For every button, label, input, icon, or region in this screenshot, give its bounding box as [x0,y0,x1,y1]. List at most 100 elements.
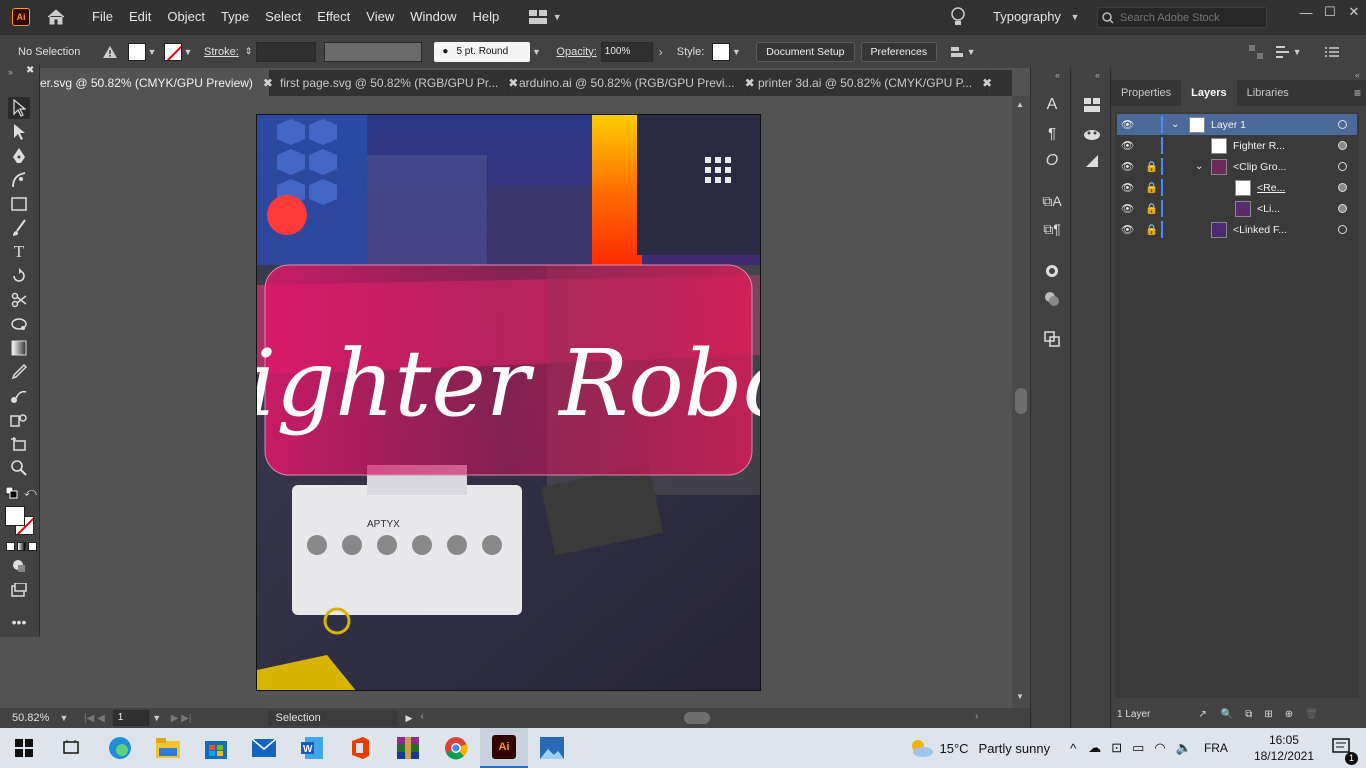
layer-row-rectangle[interactable]: 👁 🔒 <Re... [1117,177,1357,198]
visibility-eye-icon[interactable]: 👁 [1121,139,1134,152]
layer-row-fighter-text[interactable]: 👁 Fighter R... [1117,135,1357,156]
layer-row-linked-image[interactable]: 👁 🔒 <Li... [1117,198,1357,219]
language-indicator[interactable]: FRA [1204,741,1228,755]
arrange-icon[interactable] [1249,44,1264,59]
color-mode-icon[interactable] [6,542,15,551]
vertical-scrollbar[interactable]: ▲ ▼ [1012,96,1030,708]
paragraph-styles-icon[interactable]: ⧉¶ [1041,218,1063,240]
tab-first-page[interactable]: first page.svg @ 50.82% (RGB/GPU Pr... ✖ [270,70,518,96]
visibility-eye-icon[interactable]: 👁 [1121,181,1134,194]
puppet-warp-tool-icon[interactable] [8,313,30,335]
draw-mode-icon[interactable] [8,555,30,577]
transform-icon[interactable] [1275,45,1291,59]
arrange-documents-button[interactable]: ▼ [529,10,563,24]
tab-properties[interactable]: Properties [1111,80,1181,106]
close-window-button[interactable]: ✕ [1342,0,1366,24]
close-tab-icon[interactable]: ✖ [982,76,992,90]
delete-layer-icon[interactable]: 🗑 [1305,709,1318,720]
home-icon[interactable] [46,7,66,27]
fill-swatch[interactable] [128,42,146,61]
paragraph-icon[interactable]: ¶ [1041,122,1063,144]
chevron-down-icon[interactable]: ▼ [730,47,742,57]
artboard-tool-icon[interactable] [8,433,30,455]
graphic-styles-icon[interactable] [1041,288,1063,310]
character-icon[interactable]: A [1041,94,1063,116]
direct-selection-tool-icon[interactable] [8,121,30,143]
align-icon[interactable] [949,44,965,60]
eyedropper-tool-icon[interactable] [8,361,30,383]
panel-menu-icon[interactable] [1325,46,1340,58]
minimize-button[interactable]: — [1294,0,1318,24]
curvature-tool-icon[interactable] [8,169,30,191]
layer-row-layer-1[interactable]: 👁 ⌄ Layer 1 [1117,114,1357,135]
collapse-strip-icon[interactable]: « [1055,70,1060,80]
opacity-label[interactable]: Opacity: [556,46,596,58]
tab-printer-3d[interactable]: printer 3d.ai @ 50.82% (CMYK/GPU P... ✖ [748,70,992,96]
variable-width-field[interactable] [324,41,423,62]
gradient-tool-icon[interactable] [8,337,30,359]
visibility-eye-icon[interactable]: 👁 [1121,118,1134,131]
new-sublayer-icon[interactable]: ⊞ [1264,709,1272,720]
lock-icon[interactable]: 🔒 [1145,223,1158,236]
gradient-mode-icon[interactable] [17,542,26,551]
stroke-weight-field[interactable] [256,41,317,62]
microsoft-store-icon[interactable] [192,728,240,768]
symbols-icon[interactable] [1081,150,1103,172]
tab-document-active[interactable]: er.svg @ 50.82% (CMYK/GPU Preview) ✖ [40,70,273,96]
default-colors-icon[interactable] [5,486,18,502]
onedrive-icon[interactable]: ☁ [1088,740,1101,756]
pen-tool-icon[interactable] [8,145,30,167]
close-panel-icon[interactable]: ✖ [26,65,34,76]
windows-start-icon[interactable] [0,728,48,768]
opacity-field[interactable]: 100% [600,41,653,62]
edit-toolbar-icon[interactable]: ••• [8,611,30,633]
first-artboard-icon[interactable]: |◀ ◀ [84,713,105,724]
screen-mode-icon[interactable] [8,579,30,601]
paintbrush-tool-icon[interactable] [8,217,30,239]
stroke-stepper[interactable]: ⇕ [245,46,253,57]
locate-object-icon[interactable]: 🔍 [1221,709,1233,720]
scrollbar-thumb[interactable] [1015,388,1027,414]
appearance-icon[interactable] [1041,260,1063,282]
symbol-sprayer-tool-icon[interactable] [8,409,30,431]
menu-edit[interactable]: Edit [121,0,159,34]
export-icon[interactable]: ↗ [1198,709,1206,720]
weather-temp[interactable]: 15°C [940,741,969,756]
file-explorer-icon[interactable] [144,728,192,768]
lock-icon[interactable]: 🔒 [1145,202,1158,215]
rectangle-tool-icon[interactable] [8,193,30,215]
selection-tool-icon[interactable] [8,97,30,119]
chevron-down-icon[interactable]: ▼ [151,713,163,723]
panel-menu-icon[interactable]: ≡ [1354,80,1361,106]
lightbulb-icon[interactable] [950,7,966,30]
battery-icon[interactable]: ▭ [1132,740,1144,756]
task-view-icon[interactable] [48,728,96,768]
brush-definition-dropdown[interactable]: ● 5 pt. Round [434,41,531,62]
menu-object[interactable]: Object [159,0,213,34]
hscroll-thumb[interactable] [684,712,711,724]
opentype-icon[interactable]: O [1041,150,1063,172]
visibility-eye-icon[interactable]: 👁 [1121,160,1134,173]
illustrator-taskbar-icon[interactable]: Ai [480,728,528,768]
target-circle-icon[interactable] [1338,204,1347,213]
maximize-button[interactable]: ☐ [1318,0,1342,24]
chevron-down-icon[interactable]: ▼ [58,713,70,723]
layer-name[interactable]: <Linked F... [1233,224,1287,236]
layer-name[interactable]: <Re... [1257,182,1285,194]
photos-icon[interactable] [528,728,576,768]
target-circle-icon[interactable] [1338,183,1347,192]
fighter-robot-headline[interactable]: Fighter Robot [257,330,761,437]
menu-window[interactable]: Window [402,0,464,34]
mail-icon[interactable] [240,728,288,768]
tab-layers[interactable]: Layers [1181,80,1237,106]
preferences-button[interactable]: Preferences [860,41,938,62]
layer-name[interactable]: Layer 1 [1211,119,1246,131]
volume-icon[interactable]: 🔈 [1176,740,1192,756]
type-tool-icon[interactable]: T [8,241,30,263]
tab-arduino[interactable]: arduino.ai @ 50.82% (RGB/GPU Previ... ✖ [509,70,755,96]
character-styles-icon[interactable]: ⧉A [1041,190,1063,212]
weather-desc[interactable]: Partly sunny [979,741,1051,756]
graphic-style-swatch[interactable] [712,42,731,61]
winrar-icon[interactable] [384,728,432,768]
scroll-right-icon[interactable]: › [975,711,978,722]
